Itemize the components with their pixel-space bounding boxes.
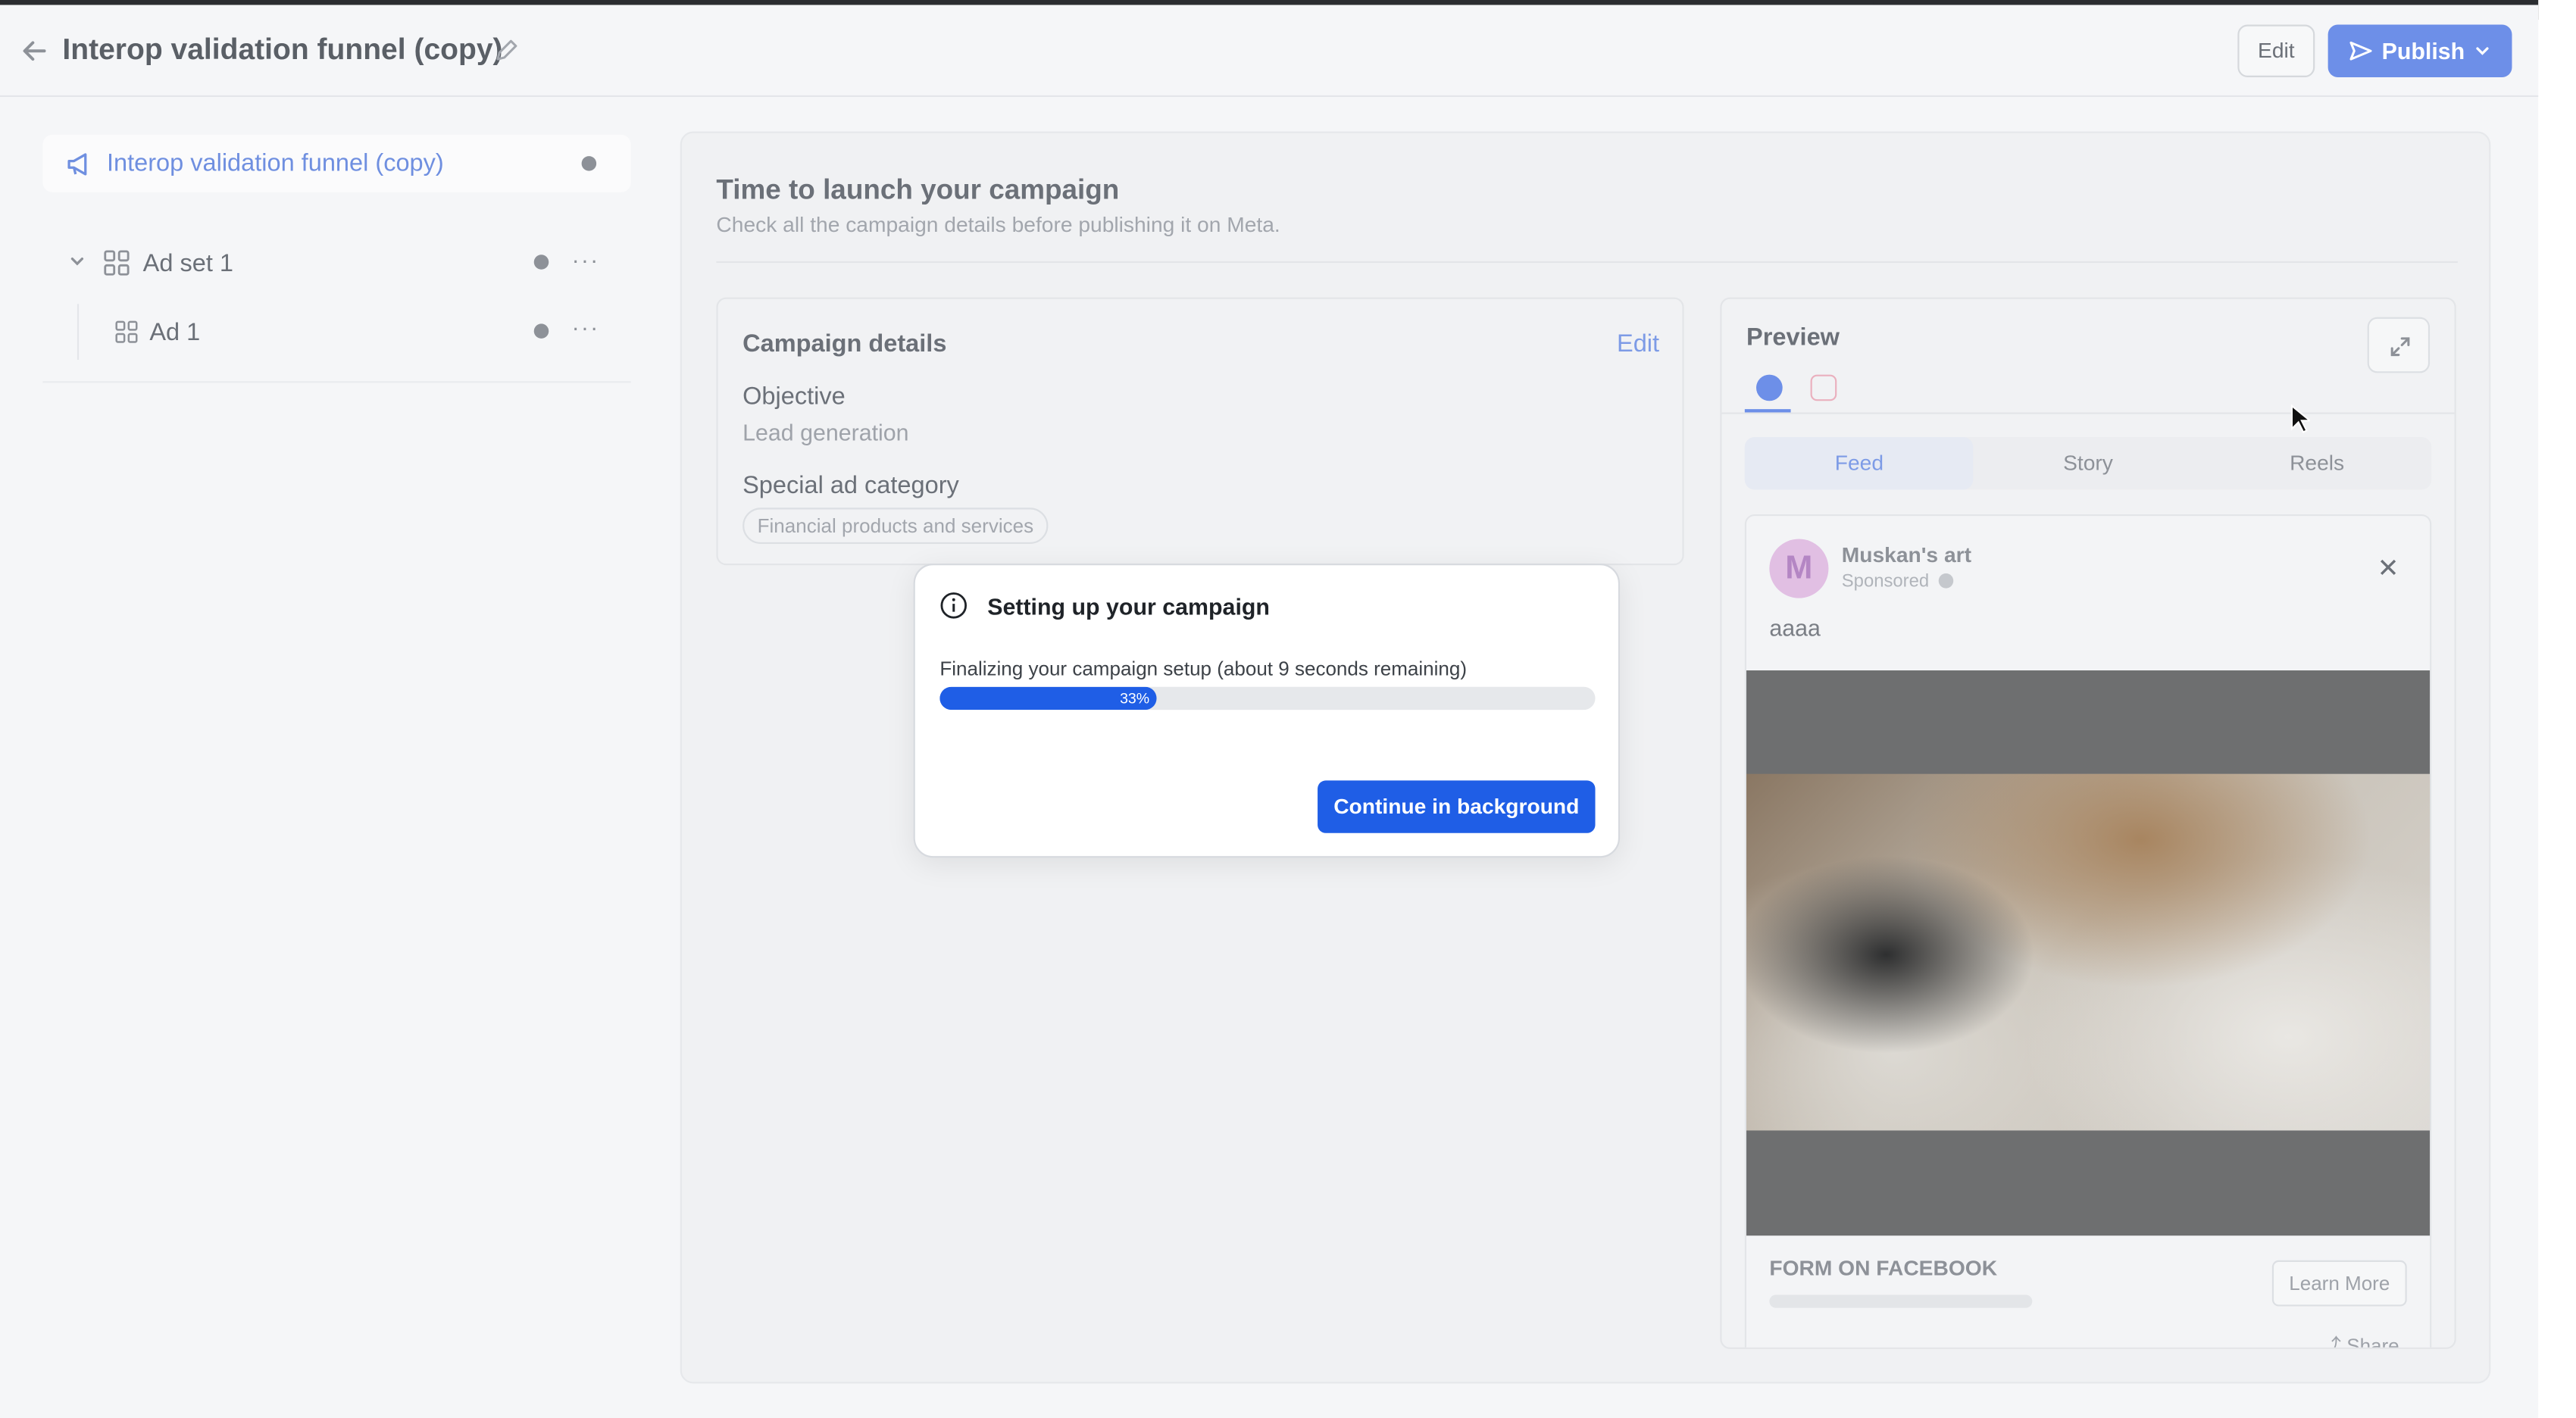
section-subtitle: Check all the campaign details before pu… <box>716 211 1280 237</box>
send-icon <box>2349 41 2371 61</box>
sidebar-divider <box>42 381 631 383</box>
sponsored-label: Sponsored <box>1842 572 1954 592</box>
special-category-label: Special ad category <box>742 471 959 500</box>
status-dot <box>533 323 549 339</box>
tab-story[interactable]: Story <box>1974 437 2202 489</box>
ad-preview: M Muskan's art Sponsored ✕ aaaa FORM ON … <box>1744 514 2432 1349</box>
globe-icon <box>1939 573 1954 589</box>
sidebar-item-campaign[interactable]: Interop validation funnel (copy) <box>42 134 631 192</box>
publish-button[interactable]: Publish <box>2327 24 2512 77</box>
cta-caption: FORM ON FACEBOOK <box>1769 1255 1998 1280</box>
page-title: Interop validation funnel (copy) <box>62 33 503 66</box>
sponsored-text: Sponsored <box>1841 571 1930 592</box>
progress-label: 33% <box>1120 690 1150 707</box>
progress-bar: 33% <box>939 686 1596 711</box>
status-dot <box>533 255 549 270</box>
sidebar-item-adset[interactable]: Ad set 1 ··· <box>42 233 630 292</box>
ad-image <box>1746 670 2431 1236</box>
share-button[interactable]: ⤴ Share <box>2321 1331 2399 1349</box>
dialog-title: Setting up your campaign <box>987 593 1270 620</box>
mouse-cursor-icon <box>2290 404 2310 433</box>
status-dot <box>581 156 597 171</box>
edit-details-link[interactable]: Edit <box>1617 330 1659 358</box>
avatar: M <box>1769 539 1829 598</box>
megaphone-icon <box>67 153 87 176</box>
sidebar-item-ad[interactable]: Ad 1 ··· <box>77 304 631 361</box>
instagram-icon[interactable] <box>1810 374 1837 401</box>
grid-icon <box>115 320 138 343</box>
pencil-icon[interactable] <box>493 38 520 64</box>
preview-card: Preview Feed Story Reels M Muskan's art … <box>1720 297 2456 1349</box>
special-category-chip: Financial products and services <box>742 508 1049 545</box>
close-icon[interactable]: ✕ <box>2377 552 2399 585</box>
progress-fill: 33% <box>939 686 1156 711</box>
divider <box>1721 412 2455 414</box>
progress-dialog: Setting up your campaign Finalizing your… <box>913 564 1621 858</box>
back-arrow-icon[interactable] <box>20 36 49 66</box>
ad-body-text: aaaa <box>1769 614 1821 641</box>
learn-more-button[interactable]: Learn More <box>2271 1260 2407 1307</box>
chevron-down-icon <box>2476 47 2490 55</box>
more-options-icon[interactable]: ··· <box>572 246 600 273</box>
page-name: Muskan's art <box>1841 542 1971 567</box>
sidebar-item-label: Interop validation funnel (copy) <box>106 149 444 178</box>
sidebar-item-label: Ad 1 <box>149 318 201 347</box>
info-icon <box>940 592 967 619</box>
edit-button[interactable]: Edit <box>2237 24 2315 77</box>
card-heading: Campaign details <box>742 330 947 358</box>
share-label: Share <box>2346 1334 2399 1349</box>
card-heading: Preview <box>1746 323 1840 352</box>
grid-icon <box>104 250 130 276</box>
share-icon: ⤴ <box>2321 1334 2347 1349</box>
section-title: Time to launch your campaign <box>716 173 1120 206</box>
ad-photo <box>1746 773 2431 1131</box>
campaign-details-card: Campaign details Edit Objective Lead gen… <box>716 297 1684 566</box>
expand-icon <box>2390 337 2410 357</box>
more-options-icon[interactable]: ··· <box>572 314 600 340</box>
sidebar-item-label: Ad set 1 <box>142 249 234 278</box>
tab-reels[interactable]: Reels <box>2202 437 2431 489</box>
objective-value: Lead generation <box>742 419 909 445</box>
chevron-down-icon[interactable] <box>69 253 86 270</box>
window-edge <box>2538 0 2576 1418</box>
publish-label: Publish <box>2381 37 2465 64</box>
cta-placeholder <box>1769 1295 2033 1308</box>
page-header: Interop validation funnel (copy) Edit Pu… <box>0 5 2539 97</box>
facebook-icon[interactable] <box>1756 374 1783 401</box>
tab-feed[interactable]: Feed <box>1744 437 1974 490</box>
expand-button[interactable] <box>2367 317 2431 373</box>
placement-tabs: Feed Story Reels <box>1744 437 2432 490</box>
objective-label: Objective <box>742 383 846 411</box>
divider <box>716 261 2458 264</box>
continue-in-background-button[interactable]: Continue in background <box>1318 780 1596 833</box>
dialog-message: Finalizing your campaign setup (about 9 … <box>939 657 1468 681</box>
